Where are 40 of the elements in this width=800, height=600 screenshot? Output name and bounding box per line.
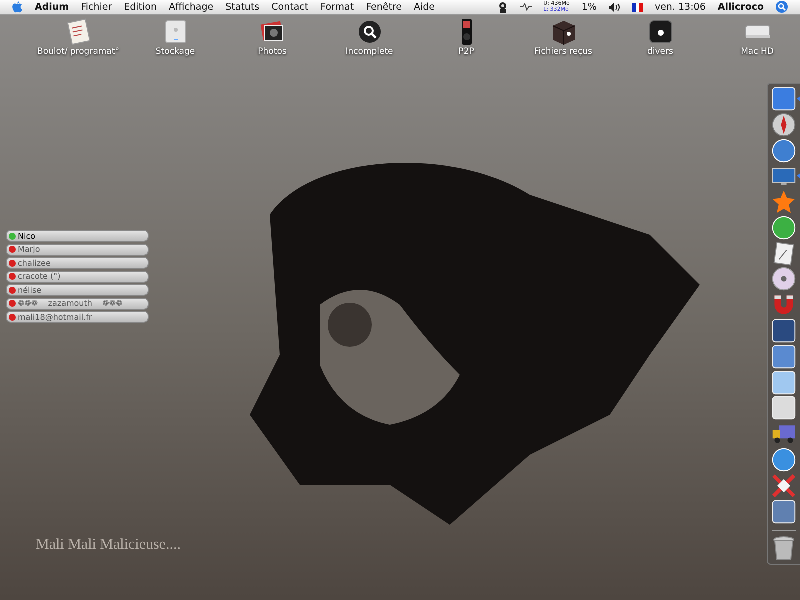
contact-name: Nico	[18, 232, 36, 240]
desktop-icon-label[interactable]: P2P	[458, 47, 474, 57]
menu-item[interactable]: Edition	[118, 2, 163, 12]
contact-row[interactable]: nélise	[6, 284, 149, 296]
contact-name: cracote (°)	[18, 272, 61, 281]
contact-row[interactable]: ❁❁❁ zazamouth ❁❁❁	[6, 298, 149, 310]
compass-icon[interactable]	[771, 112, 797, 138]
contact-name: nélise	[18, 286, 42, 294]
disc-icon[interactable]	[771, 266, 797, 292]
contact-row[interactable]: cracote (°)	[6, 270, 149, 282]
contact-row[interactable]: Nico	[6, 230, 149, 242]
contact-name: mali18@hotmail.fr	[18, 312, 92, 322]
cpu-reading[interactable]: 1%	[576, 2, 603, 12]
star-icon[interactable]	[771, 189, 797, 216]
menu-clock[interactable]: ven. 13:06	[648, 2, 712, 12]
user-name[interactable]: Allicroco	[712, 2, 770, 12]
wallpaper-caption: Mali Mali Malicieuse....	[36, 537, 181, 554]
desktop-icon-label[interactable]: Mac HD	[741, 47, 774, 57]
menu-item[interactable]: Format	[314, 2, 360, 12]
menu-item[interactable]: Fichier	[75, 2, 118, 12]
menu-item[interactable]: Fenêtre	[360, 2, 408, 12]
desktop-icon-label[interactable]: Boulot/ programat°	[38, 47, 120, 57]
desktop-icon-label[interactable]: Fichiers reçus	[534, 47, 592, 57]
trash-icon[interactable]	[772, 536, 796, 562]
menu-item[interactable]: Statuts	[220, 2, 266, 12]
contact-row[interactable]: mali18@hotmail.fr	[6, 311, 149, 323]
menu-item[interactable]: Aide	[408, 2, 442, 12]
desktop-icon-label[interactable]: divers	[648, 47, 674, 57]
desktop-icon-label[interactable]: Photos	[258, 47, 287, 57]
contact-row[interactable]: Marjo	[6, 244, 149, 256]
desktop-icon-label[interactable]: Stockage	[156, 47, 196, 57]
menu-item[interactable]: Affichage	[163, 2, 220, 12]
contact-name: Marjo	[18, 245, 40, 254]
contact-name: ❁❁❁ zazamouth ❁❁❁	[18, 299, 123, 308]
desktop-icon-label[interactable]: Incomplete	[346, 47, 394, 57]
contact-name: chalizee	[18, 258, 51, 268]
contact-row[interactable]: chalizee	[6, 257, 149, 269]
app-menu[interactable]: Adium	[29, 2, 76, 12]
menu-item[interactable]: Contact	[266, 2, 315, 12]
document-icon[interactable]	[771, 240, 797, 267]
